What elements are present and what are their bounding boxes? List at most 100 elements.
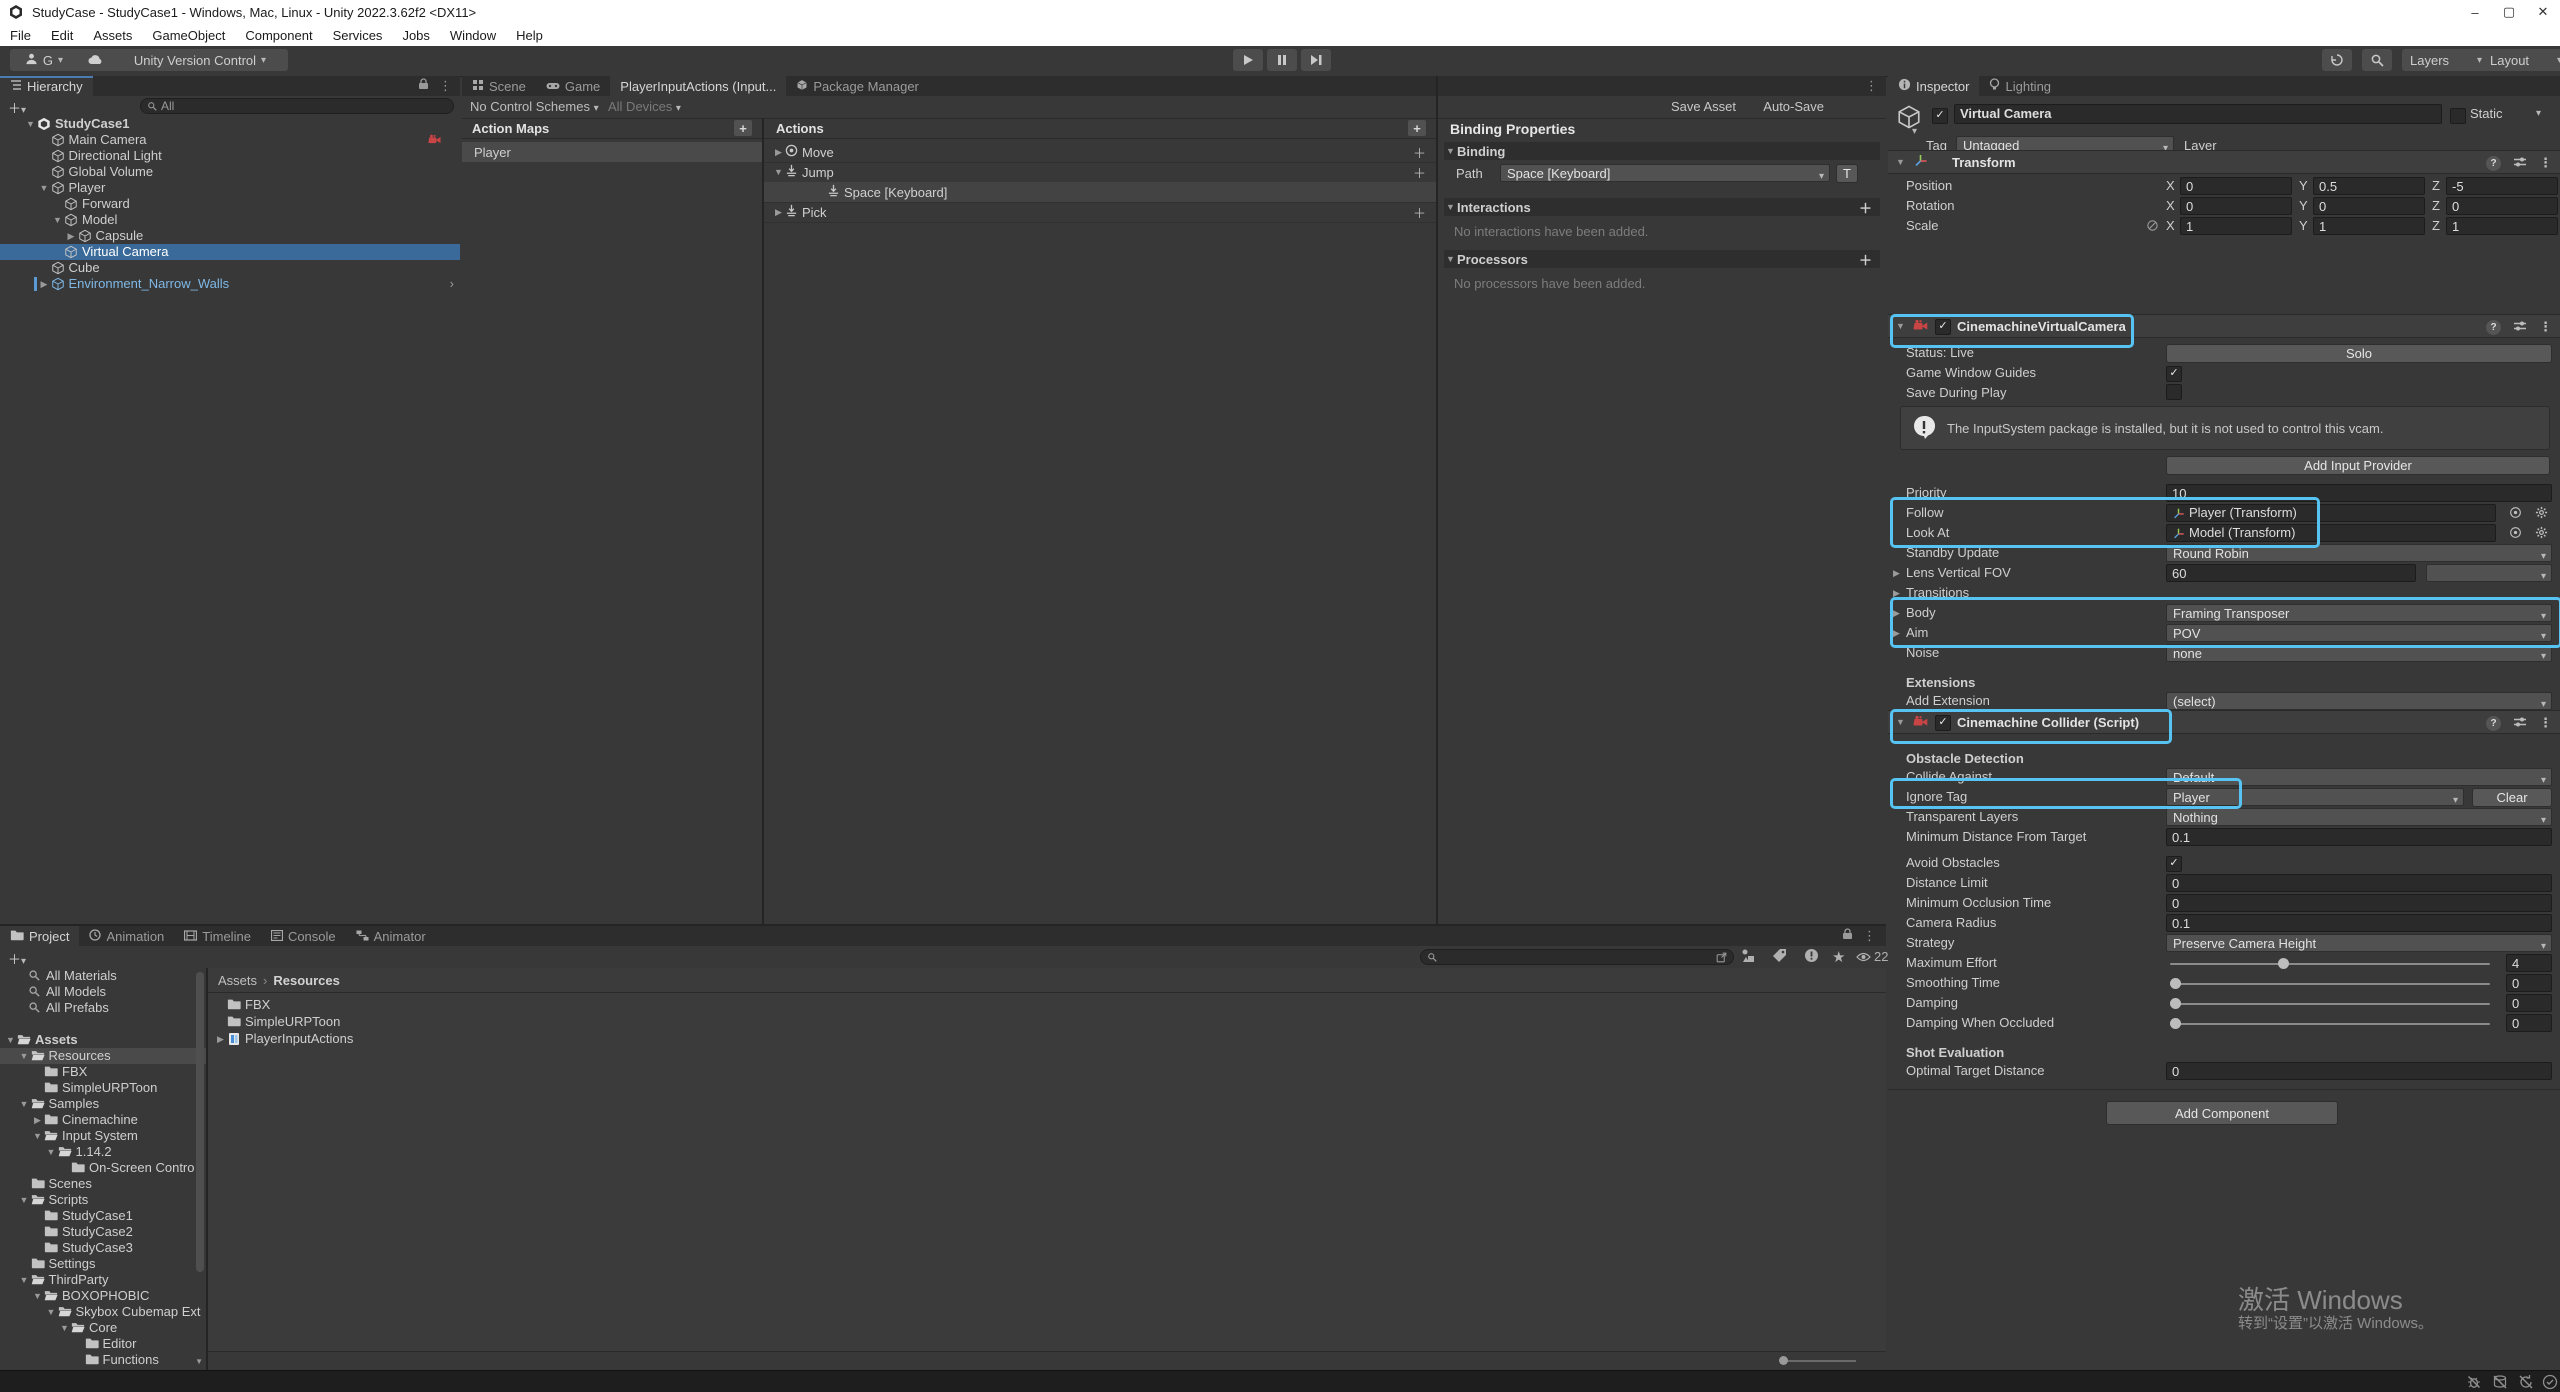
ignore-tag-dropdown[interactable]: Player▾ [2166,788,2464,806]
tab-hierarchy[interactable]: Hierarchy [0,76,93,96]
cache-server-disabled-icon[interactable] [2492,1374,2508,1392]
project-item-playerinputactions[interactable]: ▶PlayerInputActions [208,1030,1886,1047]
damping-slider-knob[interactable] [2170,998,2181,1009]
transform-header[interactable]: ▼ Transform ? ⋮ [1888,150,2560,174]
control-schemes-dropdown[interactable]: No Control Schemes ▾ [470,99,599,114]
hierarchy-item-player[interactable]: ▼Player [0,180,460,196]
add-action-button[interactable]: + [1408,120,1426,136]
position-x-field[interactable]: 0 [2180,177,2292,195]
create-asset-button[interactable]: ＋▾ [8,949,26,968]
scale-y-field[interactable]: 1 [2313,217,2425,235]
play-button[interactable] [1233,49,1263,71]
processors-section-header[interactable]: ▼Processors ＋ [1444,250,1880,268]
project-folder-functions[interactable]: Functions [0,1352,206,1368]
kebab-menu-icon[interactable]: ⋮ [439,78,452,94]
damping-when-occluded-slider-knob[interactable] [2170,1018,2181,1029]
project-folder-assets[interactable]: ▼Assets [0,1032,206,1048]
tab-package-manager[interactable]: Package Manager [786,76,929,96]
kebab-menu-icon[interactable]: ⋮ [1863,928,1876,944]
zoom-slider-knob[interactable] [1779,1356,1788,1365]
project-folder-settings[interactable]: Settings [0,1256,206,1272]
action-row-space-keyboard-[interactable]: Space [Keyboard] [764,182,1436,203]
add-extension-dropdown[interactable]: (select)▾ [2166,692,2552,710]
menu-component[interactable]: Component [235,28,322,43]
foldout-arrow-icon[interactable]: ▶ [214,1031,227,1047]
foldout-arrow-icon[interactable]: ▶ [1890,588,1903,599]
project-folder-1-14-2[interactable]: ▼1.14.2 [0,1144,206,1160]
foldout-arrow-icon[interactable]: ▼ [45,1304,58,1320]
object-picker-icon[interactable] [2509,506,2522,522]
add-processor-button[interactable]: ＋ [1859,250,1872,269]
gear-icon[interactable] [2535,506,2548,522]
foldout-arrow-icon[interactable]: ▼ [772,167,785,177]
gear-icon[interactable] [2535,526,2548,542]
menu-edit[interactable]: Edit [41,28,83,43]
maximum-effort-slider-knob[interactable] [2278,958,2289,969]
lens-vertical-fov-mode-dropdown[interactable]: ▾ [2426,564,2552,582]
tab-animator[interactable]: Animator [346,926,436,946]
preset-icon[interactable] [2513,156,2527,171]
hierarchy-item-directional-light[interactable]: Directional Light [0,148,460,164]
priority-field[interactable]: 10 [2166,484,2552,502]
menu-jobs[interactable]: Jobs [392,28,439,43]
gameobject-active-checkbox[interactable]: ✓ [1932,108,1948,124]
menu-services[interactable]: Services [323,28,393,43]
kebab-menu-icon[interactable]: ⋮ [2539,715,2552,731]
ok-check-icon[interactable] [2542,1374,2558,1392]
pause-button[interactable] [1267,49,1297,71]
hierarchy-search-input[interactable]: All [140,98,454,114]
tab-playerinputactions-input-[interactable]: PlayerInputActions (Input... [610,76,786,96]
distance-limit-field[interactable]: 0 [2166,874,2552,892]
hierarchy-item-forward[interactable]: Forward [0,196,460,212]
scroll-down-arrow[interactable]: ▼ [195,1357,203,1366]
preset-icon[interactable] [2513,716,2527,731]
project-item-fbx[interactable]: FBX [208,996,1886,1013]
action-row-pick[interactable]: ▶Pick＋ [764,202,1436,223]
tab-animation[interactable]: Animation [79,926,174,946]
add-action-map-button[interactable]: + [734,120,752,136]
static-checkbox[interactable] [2450,108,2466,124]
lock-icon[interactable] [418,78,429,94]
layers-dropdown[interactable]: Layers▾ [2402,49,2490,71]
game-window-guides-checkbox[interactable]: ✓ [2166,366,2182,382]
foldout-arrow-icon[interactable]: ▼ [31,1128,44,1144]
foldout-arrow-icon[interactable]: ▼ [18,1192,31,1208]
tree-scrollbar[interactable] [196,972,204,1272]
optimal-target-distance-field[interactable]: 0 [2166,1062,2552,1080]
binding-section-header[interactable]: ▼Binding [1444,142,1880,160]
auto-save-toggle[interactable]: Auto-Save [1763,99,1824,114]
favorite-all-models[interactable]: All Models [0,984,206,1000]
add-component-button[interactable]: Add Component [2106,1101,2338,1125]
alert-icon[interactable] [1804,948,1819,966]
project-folder-samples[interactable]: ▼Samples [0,1096,206,1112]
save-during-play-checkbox[interactable] [2166,384,2182,400]
damping-when-occluded-field[interactable]: 0 [2506,1014,2552,1032]
favorites-star-icon[interactable]: ★ [1832,948,1845,966]
maximum-effort-slider-track[interactable] [2170,963,2490,965]
transparent-layers-dropdown[interactable]: Nothing▾ [2166,808,2552,826]
foldout-arrow-icon[interactable]: ▼ [45,1144,58,1160]
rotation-z-field[interactable]: 0 [2446,197,2558,215]
add-gameobject-button[interactable]: ＋▾ [8,98,26,117]
hidden-count-badge[interactable]: 22 [1856,949,1888,964]
hierarchy-item-studycase1[interactable]: ▼StudyCase1 [0,116,460,132]
project-folder-simpleurptoon[interactable]: SimpleURPToon [0,1080,206,1096]
search-by-type-icon[interactable] [1740,948,1755,966]
project-folder-scripts[interactable]: ▼Scripts [0,1192,206,1208]
tab-project[interactable]: Project [0,926,79,946]
action-row-jump[interactable]: ▼Jump＋ [764,162,1436,183]
minimize-button[interactable]: – [2458,0,2492,24]
foldout-arrow-icon[interactable]: ▶ [65,228,78,244]
foldout-arrow-icon[interactable]: ▶ [38,276,51,292]
lens-vertical-fov-field[interactable]: 60 [2166,564,2416,582]
project-folder-editor[interactable]: Editor [0,1336,206,1352]
kebab-menu-icon[interactable]: ⋮ [2539,155,2552,171]
minimum-occlusion-time-field[interactable]: 0 [2166,894,2552,912]
breadcrumb-root[interactable]: Assets [218,973,257,988]
add-binding-button[interactable]: ＋ [1413,163,1426,182]
rotation-y-field[interactable]: 0 [2313,197,2425,215]
static-dropdown-caret[interactable]: ▾ [2536,108,2541,119]
project-item-simpleurptoon[interactable]: SimpleURPToon [208,1013,1886,1030]
tab-game[interactable]: Game [536,76,610,96]
foldout-arrow-icon[interactable]: ▶ [772,207,785,218]
